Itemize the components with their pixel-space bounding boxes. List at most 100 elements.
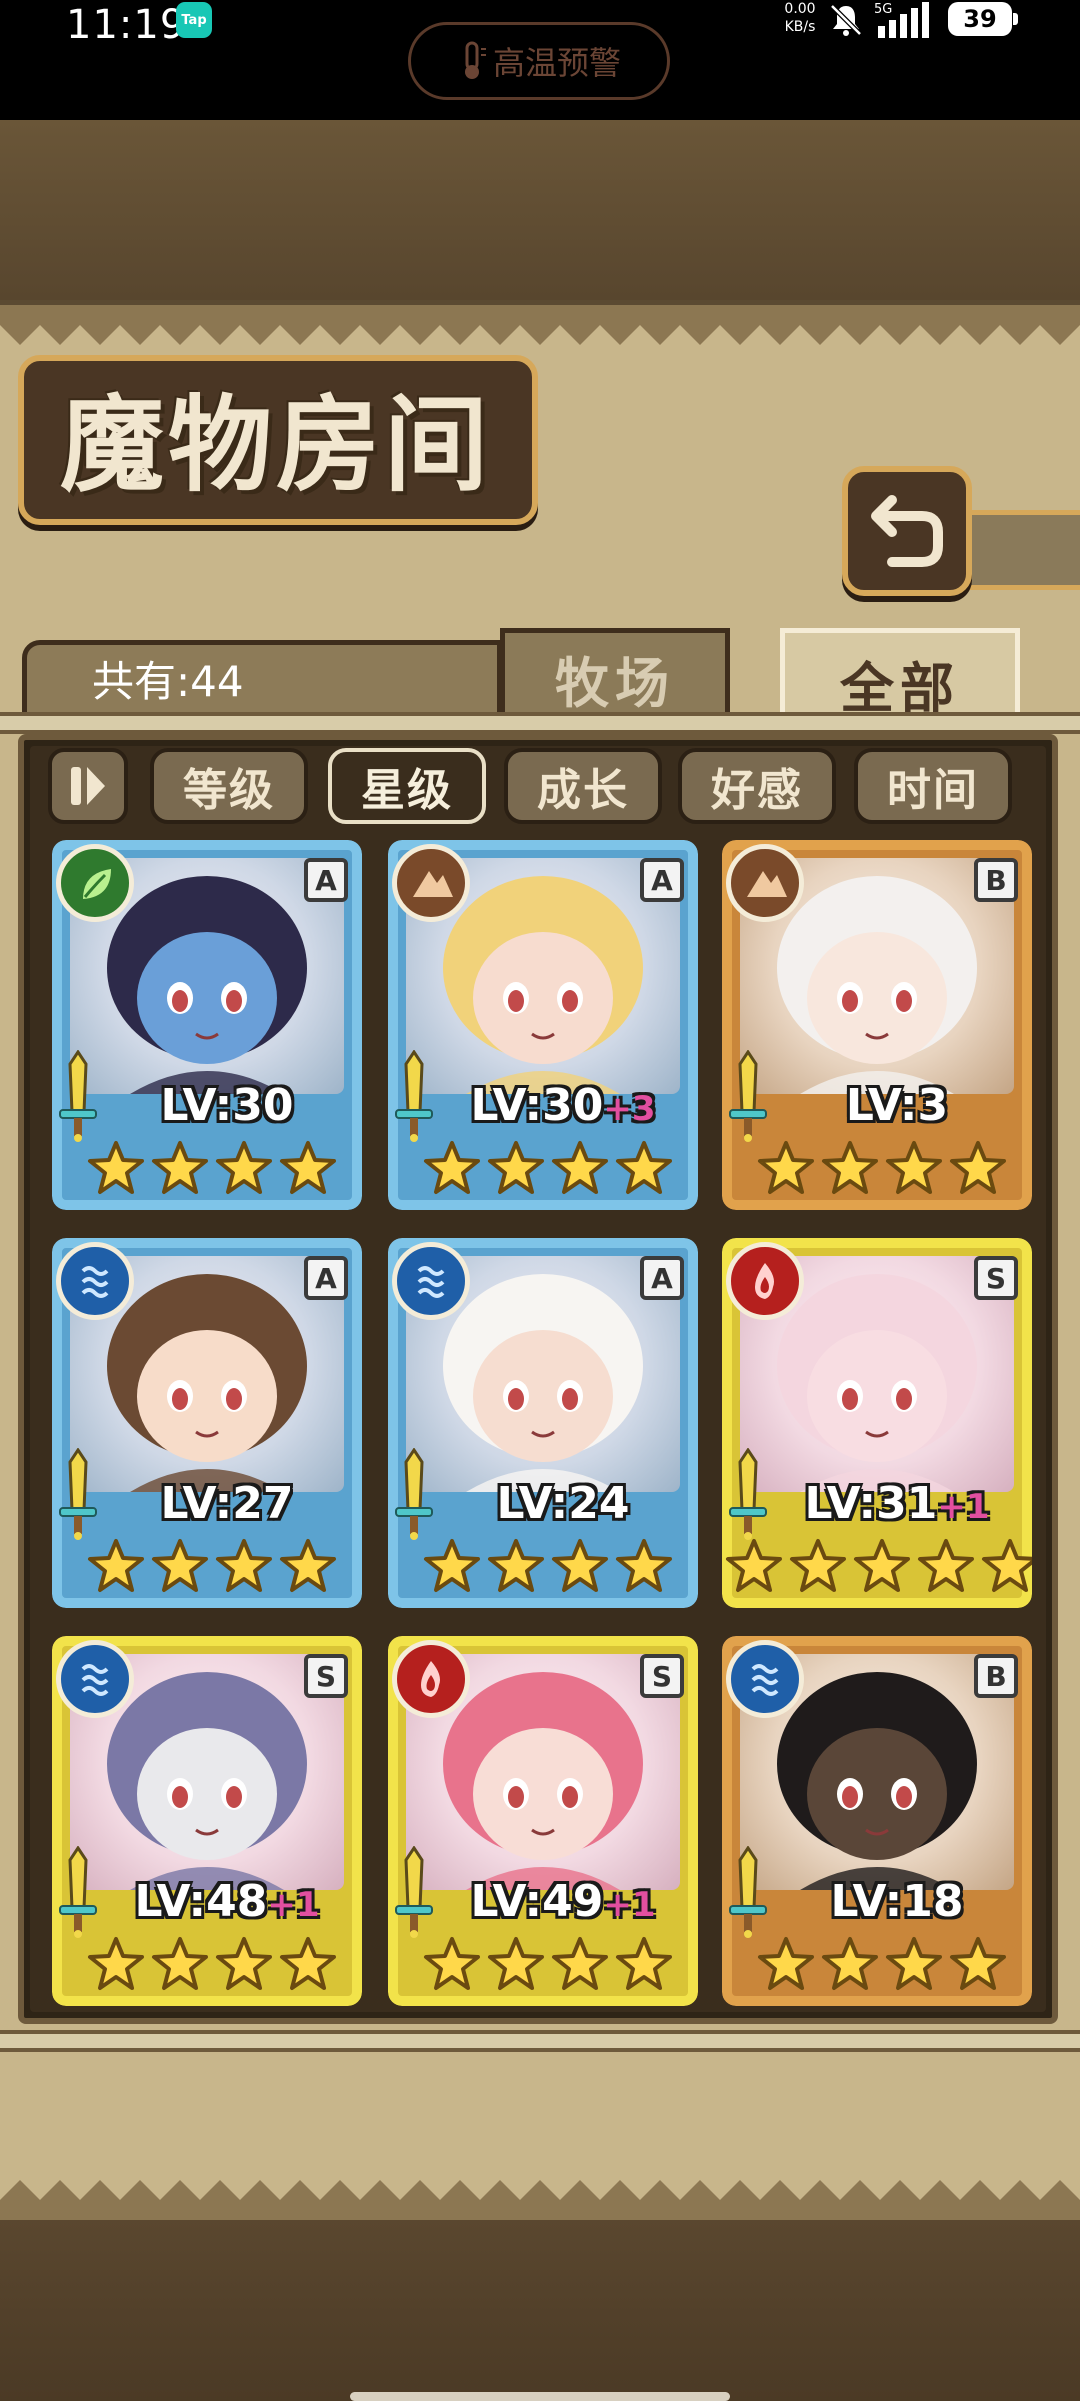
star-icon <box>485 1538 547 1594</box>
monster-card[interactable]: S LV:48+1 <box>52 1636 362 2006</box>
star-rating <box>726 1538 1032 1594</box>
monster-count: 共有:44 <box>92 657 244 706</box>
rock-icon <box>726 844 804 922</box>
monster-card[interactable]: B LV:3 <box>722 840 1032 1210</box>
sword-icon <box>728 1447 768 1540</box>
level-value: LV:31 <box>804 1478 938 1529</box>
rock-icon <box>392 844 470 922</box>
sort-growth-button[interactable]: 成长 <box>504 748 662 824</box>
star-icon <box>485 1140 547 1196</box>
rank-badge: B <box>974 1654 1018 1698</box>
monster-level: LV:30 <box>112 1080 342 1140</box>
rank-badge: A <box>640 858 684 902</box>
rank-badge: S <box>974 1256 1018 1300</box>
star-rating <box>82 1936 342 1992</box>
heat-warning-pill[interactable]: 高温预警 <box>408 22 670 100</box>
rank-badge: A <box>304 1256 348 1300</box>
back-button[interactable] <box>842 466 972 596</box>
star-icon <box>149 1936 211 1992</box>
star-icon <box>883 1936 945 1992</box>
sword-icon <box>394 1049 434 1142</box>
water-icon <box>56 1242 134 1320</box>
zigzag-border-top <box>0 305 1080 345</box>
leaf-icon <box>56 844 134 922</box>
level-value: LV:48 <box>134 1876 268 1927</box>
star-icon <box>979 1538 1032 1594</box>
star-icon <box>549 1140 611 1196</box>
star-icon <box>149 1538 211 1594</box>
monster-card[interactable]: A LV:30 <box>52 840 362 1210</box>
level-value: LV:49 <box>470 1876 604 1927</box>
monster-card[interactable]: A LV:24 <box>388 1238 698 1608</box>
network-speed-unit: KB/s <box>784 19 816 35</box>
sort-affinity-button[interactable]: 好感 <box>678 748 836 824</box>
star-icon <box>755 1140 817 1196</box>
monster-card[interactable]: S LV:31+1 <box>722 1238 1032 1608</box>
monster-card[interactable]: S LV:49+1 <box>388 1636 698 2006</box>
sort-order-toggle[interactable] <box>48 748 128 824</box>
monster-card[interactable]: A LV:27 <box>52 1238 362 1608</box>
level-value: LV:30 <box>160 1080 294 1131</box>
monster-level: LV:49+1 <box>448 1876 678 1936</box>
sword-icon <box>394 1845 434 1938</box>
monster-level: LV:48+1 <box>112 1876 342 1936</box>
sort-star-button[interactable]: 星级 <box>328 748 486 824</box>
rank-badge: B <box>974 858 1018 902</box>
level-value: LV:18 <box>830 1876 964 1927</box>
level-bonus: +1 <box>937 1487 990 1527</box>
sword-icon <box>58 1049 98 1142</box>
network-speed: 0.00 KB/s <box>780 0 820 36</box>
star-rating <box>752 1936 1012 1992</box>
level-value: LV:27 <box>160 1478 294 1529</box>
star-rating <box>82 1140 342 1196</box>
heat-warning-label: 高温预警 <box>492 44 621 82</box>
star-rating <box>418 1936 678 1992</box>
sort-time-button[interactable]: 时间 <box>854 748 1012 824</box>
star-icon <box>421 1140 483 1196</box>
water-icon <box>726 1640 804 1718</box>
star-icon <box>819 1936 881 1992</box>
star-icon <box>213 1140 275 1196</box>
rank-badge: S <box>640 1654 684 1698</box>
star-icon <box>613 1936 675 1992</box>
star-icon <box>883 1140 945 1196</box>
star-rating <box>418 1538 678 1594</box>
rank-badge: S <box>304 1654 348 1698</box>
monster-card[interactable]: A LV:30+3 <box>388 840 698 1210</box>
monster-level: LV:30+3 <box>448 1080 678 1140</box>
star-icon <box>755 1936 817 1992</box>
page-title: 魔物房间 <box>60 383 493 506</box>
star-icon <box>819 1140 881 1196</box>
star-icon <box>613 1140 675 1196</box>
star-icon <box>85 1936 147 1992</box>
level-value: LV:30 <box>470 1080 604 1131</box>
star-icon <box>947 1140 1009 1196</box>
star-icon <box>149 1140 211 1196</box>
star-icon <box>277 1140 339 1196</box>
star-rating <box>418 1140 678 1196</box>
water-icon <box>392 1242 470 1320</box>
sword-icon <box>58 1447 98 1540</box>
star-icon <box>787 1538 849 1594</box>
divider-rail <box>0 712 1080 734</box>
star-icon <box>85 1538 147 1594</box>
star-icon <box>851 1538 913 1594</box>
star-icon <box>549 1936 611 1992</box>
star-icon <box>915 1538 977 1594</box>
zigzag-border-bottom <box>0 2180 1080 2220</box>
clock: 11:19 <box>66 2 187 48</box>
star-icon <box>213 1936 275 1992</box>
star-icon <box>485 1936 547 1992</box>
home-indicator[interactable] <box>350 2392 730 2401</box>
sort-level-button[interactable]: 等级 <box>150 748 308 824</box>
water-icon <box>56 1640 134 1718</box>
star-icon <box>277 1538 339 1594</box>
level-bonus: +1 <box>267 1885 320 1925</box>
sort-direction-icon <box>71 767 105 805</box>
star-icon <box>421 1538 483 1594</box>
monster-card[interactable]: B LV:18 <box>722 1636 1032 2006</box>
level-bonus: +1 <box>603 1885 656 1925</box>
status-bar: 11:19 Tap 0.00 KB/s 5G 39 高温预警 <box>0 0 1080 120</box>
fire-icon <box>392 1640 470 1718</box>
signal-icon: 5G <box>874 2 929 38</box>
